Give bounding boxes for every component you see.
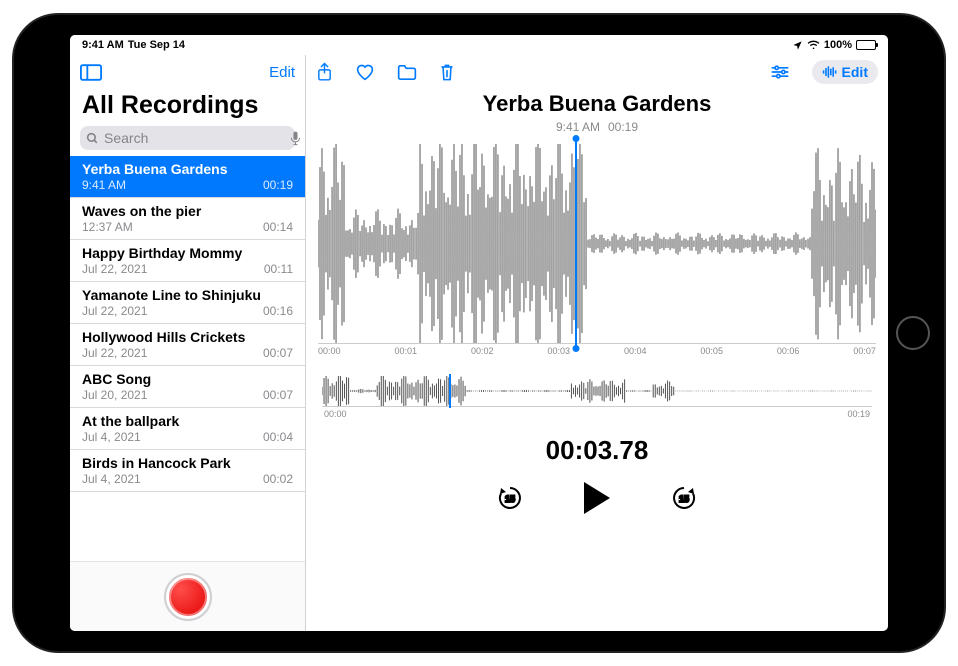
folder-icon[interactable] <box>397 64 417 81</box>
status-date: Tue Sep 14 <box>128 39 185 51</box>
edit-recording-label: Edit <box>842 64 868 80</box>
status-time: 9:41 AM <box>82 39 124 51</box>
time-tick: 00:00 <box>318 346 341 356</box>
recording-item-title: Yamanote Line to Shinjuku <box>82 287 293 303</box>
favorite-icon[interactable] <box>355 63 375 81</box>
recording-item-duration: 00:07 <box>263 388 293 402</box>
recording-item-subtitle: 9:41 AM <box>82 178 126 192</box>
recording-item-duration: 00:16 <box>263 304 293 318</box>
ipad-frame: 9:41 AM Tue Sep 14 100% <box>14 15 944 651</box>
main-panel: Edit Yerba Buena Gardens 9:41 AM 00:19 0… <box>306 55 888 631</box>
svg-text:15: 15 <box>679 494 689 504</box>
home-button[interactable] <box>896 316 930 350</box>
record-button[interactable] <box>166 575 210 619</box>
overview-ruler: 00:00 00:19 <box>322 406 872 419</box>
recording-title[interactable]: Yerba Buena Gardens <box>306 91 888 117</box>
recording-item-subtitle: Jul 22, 2021 <box>82 346 147 360</box>
search-field[interactable] <box>80 126 295 150</box>
options-icon[interactable] <box>770 64 790 80</box>
time-tick: 00:01 <box>394 346 417 356</box>
recording-item-subtitle: Jul 20, 2021 <box>82 388 147 402</box>
recording-item[interactable]: Happy Birthday Mommy Jul 22, 2021 00:11 <box>70 240 305 282</box>
edit-recording-button[interactable]: Edit <box>812 60 878 84</box>
recording-item[interactable]: At the ballpark Jul 4, 2021 00:04 <box>70 408 305 450</box>
recording-item[interactable]: Yerba Buena Gardens 9:41 AM 00:19 <box>70 156 305 198</box>
time-tick: 00:05 <box>700 346 723 356</box>
recording-item-duration: 00:11 <box>264 262 293 276</box>
recording-item-title: Waves on the pier <box>82 203 293 219</box>
recording-item-subtitle: Jul 4, 2021 <box>82 472 141 486</box>
recording-item-subtitle: Jul 22, 2021 <box>82 304 147 318</box>
recording-item[interactable]: Waves on the pier 12:37 AM 00:14 <box>70 198 305 240</box>
sidebar-toggle-icon[interactable] <box>80 64 102 81</box>
time-tick: 00:03 <box>547 346 570 356</box>
recordings-list[interactable]: Yerba Buena Gardens 9:41 AM 00:19 Waves … <box>70 156 305 561</box>
recording-item-subtitle: Jul 4, 2021 <box>82 430 141 444</box>
playhead[interactable] <box>575 140 577 347</box>
screen: 9:41 AM Tue Sep 14 100% <box>70 35 888 631</box>
recording-item-title: ABC Song <box>82 371 293 387</box>
waveform-icon <box>822 65 838 79</box>
overview-start: 00:00 <box>324 409 347 419</box>
recording-item[interactable]: Birds in Hancock Park Jul 4, 2021 00:02 <box>70 450 305 492</box>
time-tick: 00:07 <box>853 346 876 356</box>
dictation-icon[interactable] <box>290 131 301 146</box>
location-icon <box>792 40 803 51</box>
playback-controls: 15 15 <box>306 482 888 514</box>
main-toolbar: Edit <box>306 55 888 89</box>
time-ruler: 00:00 00:01 00:02 00:03 00:04 00:05 00:06 00:07 <box>318 344 876 356</box>
recording-item-duration: 00:19 <box>263 178 293 192</box>
battery-icon <box>856 40 876 50</box>
recording-item-duration: 00:02 <box>263 472 293 486</box>
waveform-large[interactable] <box>318 144 876 344</box>
recording-item-title: Birds in Hancock Park <box>82 455 293 471</box>
battery-percent: 100% <box>824 39 852 51</box>
search-icon <box>86 132 99 145</box>
recording-item-duration: 00:04 <box>263 430 293 444</box>
time-tick: 00:06 <box>777 346 800 356</box>
recording-item-subtitle: Jul 22, 2021 <box>82 262 147 276</box>
recording-time: 9:41 AM <box>556 120 600 134</box>
svg-text:15: 15 <box>505 494 515 504</box>
sidebar: Edit All Recordings Yerba Buena Gar <box>70 55 306 631</box>
overview-end: 00:19 <box>847 409 870 419</box>
play-button[interactable] <box>584 482 610 514</box>
recording-item-title: Hollywood Hills Crickets <box>82 329 293 345</box>
share-icon[interactable] <box>316 62 333 82</box>
sidebar-edit-button[interactable]: Edit <box>269 64 295 81</box>
recording-item-subtitle: 12:37 AM <box>82 220 133 234</box>
recording-item[interactable]: Hollywood Hills Crickets Jul 22, 2021 00… <box>70 324 305 366</box>
overview-playhead[interactable] <box>449 374 451 408</box>
recording-item-title: Happy Birthday Mommy <box>82 245 293 261</box>
recording-duration: 00:19 <box>608 120 638 134</box>
trash-icon[interactable] <box>439 63 455 82</box>
skip-forward-button[interactable]: 15 <box>670 484 698 512</box>
time-tick: 00:04 <box>624 346 647 356</box>
skip-back-button[interactable]: 15 <box>496 484 524 512</box>
recording-item-title: Yerba Buena Gardens <box>82 161 293 177</box>
search-input[interactable] <box>104 130 285 146</box>
record-bar <box>70 561 305 631</box>
time-tick: 00:02 <box>471 346 494 356</box>
recording-item[interactable]: ABC Song Jul 20, 2021 00:07 <box>70 366 305 408</box>
recording-item-title: At the ballpark <box>82 413 293 429</box>
time-counter: 00:03.78 <box>306 435 888 466</box>
recording-item-duration: 00:07 <box>263 346 293 360</box>
wifi-icon <box>807 40 820 50</box>
recording-meta: 9:41 AM 00:19 <box>306 120 888 134</box>
sidebar-title: All Recordings <box>70 89 305 126</box>
recording-item[interactable]: Yamanote Line to Shinjuku Jul 22, 2021 0… <box>70 282 305 324</box>
recording-item-duration: 00:14 <box>263 220 293 234</box>
waveform-overview[interactable] <box>322 376 872 406</box>
status-bar: 9:41 AM Tue Sep 14 100% <box>70 35 888 55</box>
